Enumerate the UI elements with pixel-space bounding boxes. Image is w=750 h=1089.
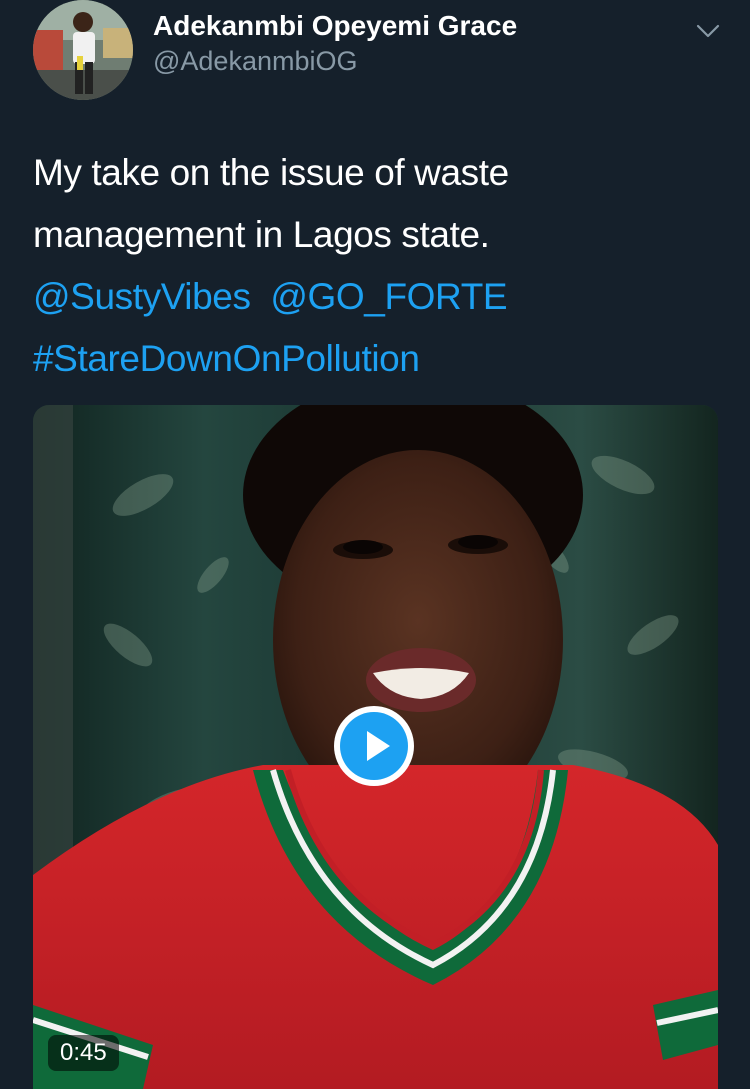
author-name[interactable]: Adekanmbi Opeyemi Grace: [153, 10, 517, 42]
mention-link[interactable]: @GO_FORTE: [270, 276, 507, 317]
tweet-mentions-line: @SustyVibes @GO_FORTE: [33, 266, 723, 328]
tweet-card: Adekanmbi Opeyemi Grace @AdekanmbiOG My …: [0, 0, 750, 1089]
tweet-text: My take on the issue of waste management…: [33, 142, 723, 390]
video-duration: 0:45: [48, 1035, 119, 1071]
play-icon: [340, 712, 408, 780]
hashtag-link[interactable]: #StareDownOnPollution: [33, 338, 420, 379]
profile-photo: [33, 0, 133, 100]
avatar[interactable]: [33, 0, 133, 100]
tweet-hashtag-line: #StareDownOnPollution: [33, 328, 723, 390]
video-player[interactable]: 0:45: [33, 405, 718, 1089]
mention-link[interactable]: @SustyVibes: [33, 276, 251, 317]
author-handle[interactable]: @AdekanmbiOG: [153, 46, 358, 77]
tweet-text-line: My take on the issue of waste: [33, 152, 509, 193]
tweet-text-line: management in Lagos state.: [33, 214, 490, 255]
play-button[interactable]: [334, 706, 414, 786]
chevron-down-icon[interactable]: [694, 20, 722, 42]
